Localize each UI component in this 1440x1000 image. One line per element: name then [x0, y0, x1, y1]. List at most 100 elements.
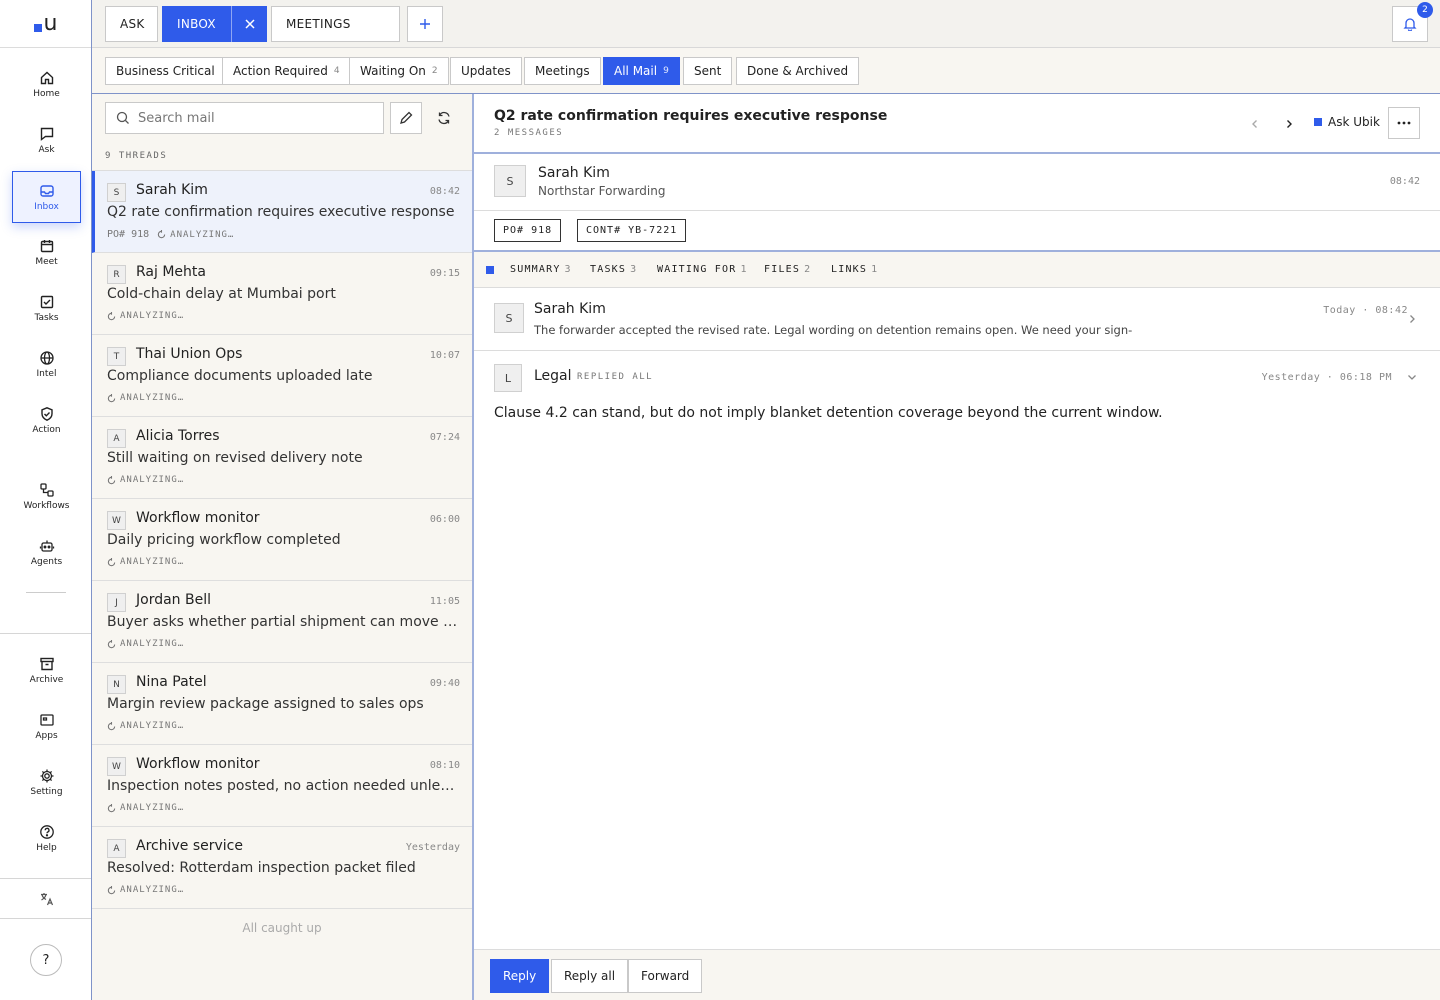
section-tab-label: TASKS	[590, 264, 627, 275]
section-tab-waiting-for[interactable]: WAITING FOR 1	[657, 264, 748, 275]
compose-button[interactable]	[390, 102, 422, 134]
chat-icon	[39, 126, 55, 142]
message-sender[interactable]: Legal	[534, 368, 572, 384]
analyzing-spinner-icon	[107, 393, 116, 403]
thread-avatar: R	[107, 265, 126, 284]
thread-meta: ANALYZING…	[107, 475, 184, 485]
thread-sender: Raj Mehta	[136, 264, 206, 280]
analyzing-spinner-icon	[107, 803, 116, 813]
brand-logo[interactable]: u	[0, 0, 91, 48]
thread-meta: ANALYZING…	[107, 311, 184, 321]
thread-status: ANALYZING…	[120, 639, 185, 649]
message-sender[interactable]: Sarah Kim	[534, 301, 606, 317]
message-preview[interactable]: The forwarder accepted the revised rate.…	[534, 323, 1132, 337]
tab-inbox[interactable]: INBOX	[162, 6, 231, 42]
filter-label: All Mail	[614, 64, 658, 78]
notifications-button[interactable]: 2	[1392, 2, 1433, 42]
filter-sent[interactable]: Sent	[683, 57, 733, 85]
filter-label: Done & Archived	[747, 64, 849, 78]
tab-inbox-close[interactable]	[231, 6, 267, 42]
nav-home[interactable]: Home	[12, 58, 81, 110]
expand-message-button[interactable]	[1404, 311, 1420, 327]
thread-row[interactable]: T Thai Union Ops 10:07 Compliance documents…	[92, 335, 472, 417]
refresh-button[interactable]	[428, 102, 460, 134]
nav-help[interactable]: Help	[12, 812, 81, 864]
tab-ask[interactable]: ASK	[105, 6, 158, 42]
filter-meetings[interactable]: Meetings	[524, 57, 601, 85]
nav-setting-label: Setting	[30, 786, 63, 797]
section-tab-files[interactable]: FILES 2	[764, 264, 811, 275]
analyzing-spinner-icon	[107, 885, 116, 895]
calendar-icon	[39, 238, 55, 254]
translate-button[interactable]	[12, 880, 81, 918]
left-rail: u Home Ask Inbox Meet Tasks Intel Action…	[0, 0, 92, 1000]
thread-row[interactable]: J Jordan Bell 11:05 Buyer asks whether part…	[92, 581, 472, 663]
section-tab-summary[interactable]: SUMMARY 3	[510, 264, 572, 275]
message-time: Yesterday · 06:18 PM	[1261, 372, 1392, 383]
thread-row[interactable]: S Sarah Kim 08:42 Q2 rate confirmation requ…	[92, 171, 472, 253]
message-avatar: S	[494, 303, 524, 333]
filter-action-required[interactable]: Action Required 4	[222, 57, 351, 85]
nav-meet[interactable]: Meet	[12, 226, 81, 278]
chevron-left-icon	[1250, 119, 1260, 129]
ref-tag-po[interactable]: PO# 918	[494, 219, 562, 242]
add-tab-button[interactable]	[407, 6, 443, 42]
nav-action[interactable]: Action	[12, 394, 81, 446]
thread-row[interactable]: N Nina Patel 09:40 Margin review package as…	[92, 663, 472, 745]
section-tab-label: SUMMARY	[510, 264, 561, 275]
nav-setting[interactable]: Setting	[12, 756, 81, 808]
thread-row[interactable]: A Alicia Torres 07:24 Still waiting on revi…	[92, 417, 472, 499]
section-tab-count: 3	[564, 264, 572, 275]
search-input[interactable]	[138, 110, 368, 126]
ref-tag-container[interactable]: CONT# YB-7221	[577, 219, 687, 242]
filter-label: Waiting On	[360, 64, 426, 78]
brand-square-icon	[33, 23, 42, 32]
nav-home-label: Home	[33, 88, 60, 99]
rail-bottom-divider-2	[0, 918, 91, 919]
more-options-button[interactable]	[1388, 107, 1420, 139]
filter-count: 9	[663, 66, 669, 76]
bell-icon	[1403, 17, 1417, 31]
thread-row[interactable]: W Workflow monitor 08:10 Inspection notes p…	[92, 745, 472, 827]
filter-done-archived[interactable]: Done & Archived	[736, 57, 860, 85]
nav-inbox[interactable]: Inbox	[12, 171, 81, 223]
thread-meta: PO# 918 ANALYZING…	[107, 229, 234, 240]
conversation-title: Q2 rate confirmation requires executive …	[494, 108, 888, 124]
reply-all-button[interactable]: Reply all	[551, 959, 629, 993]
sender-time: 08:42	[1389, 176, 1420, 187]
reply-button[interactable]: Reply	[490, 959, 550, 993]
filter-all-mail[interactable]: All Mail 9	[603, 57, 680, 85]
sender-name: Sarah Kim	[538, 165, 610, 181]
help-circle-button[interactable]: ?	[30, 944, 62, 976]
filter-label: Business Critical	[116, 64, 215, 78]
thread-row[interactable]: A Archive service Yesterday Resolved: Rotte…	[92, 827, 472, 909]
thread-time: Yesterday	[405, 842, 460, 853]
nav-workflows[interactable]: Workflows	[12, 470, 81, 522]
search-box[interactable]	[105, 102, 384, 134]
thread-row[interactable]: W Workflow monitor 06:00 Daily pricing work…	[92, 499, 472, 581]
nav-tasks[interactable]: Tasks	[12, 282, 81, 334]
nav-archive[interactable]: Archive	[12, 644, 81, 696]
filter-business-critical[interactable]: Business Critical	[105, 57, 226, 85]
nav-apps[interactable]: Apps	[12, 700, 81, 752]
forward-button[interactable]: Forward	[628, 959, 703, 993]
thread-sender: Workflow monitor	[136, 756, 260, 772]
section-tab-links[interactable]: LINKS 1	[831, 264, 878, 275]
filter-waiting-on[interactable]: Waiting On 2	[349, 57, 449, 85]
tab-meetings[interactable]: MEETINGS	[271, 6, 400, 42]
nav-ask[interactable]: Ask	[12, 114, 81, 166]
thread-subject: Q2 rate confirmation requires executive …	[107, 204, 455, 220]
message-count: 2 MESSAGES	[494, 128, 564, 138]
next-thread-button[interactable]	[1277, 112, 1301, 136]
filter-updates[interactable]: Updates	[450, 57, 522, 85]
search-icon	[116, 111, 130, 125]
ask-ubik-button[interactable]: Ask Ubik	[1314, 115, 1380, 129]
nav-agents[interactable]: Agents	[12, 526, 81, 578]
section-tab-tasks[interactable]: TASKS 3	[590, 264, 637, 275]
collapse-message-button[interactable]	[1404, 369, 1420, 385]
thread-row[interactable]: R Raj Mehta 09:15 Cold-chain delay at Mumba…	[92, 253, 472, 335]
inbox-icon	[39, 183, 55, 199]
reading-pane: Q2 rate confirmation requires executive …	[474, 94, 1440, 1000]
previous-thread-button[interactable]	[1243, 112, 1267, 136]
nav-intel[interactable]: Intel	[12, 338, 81, 390]
